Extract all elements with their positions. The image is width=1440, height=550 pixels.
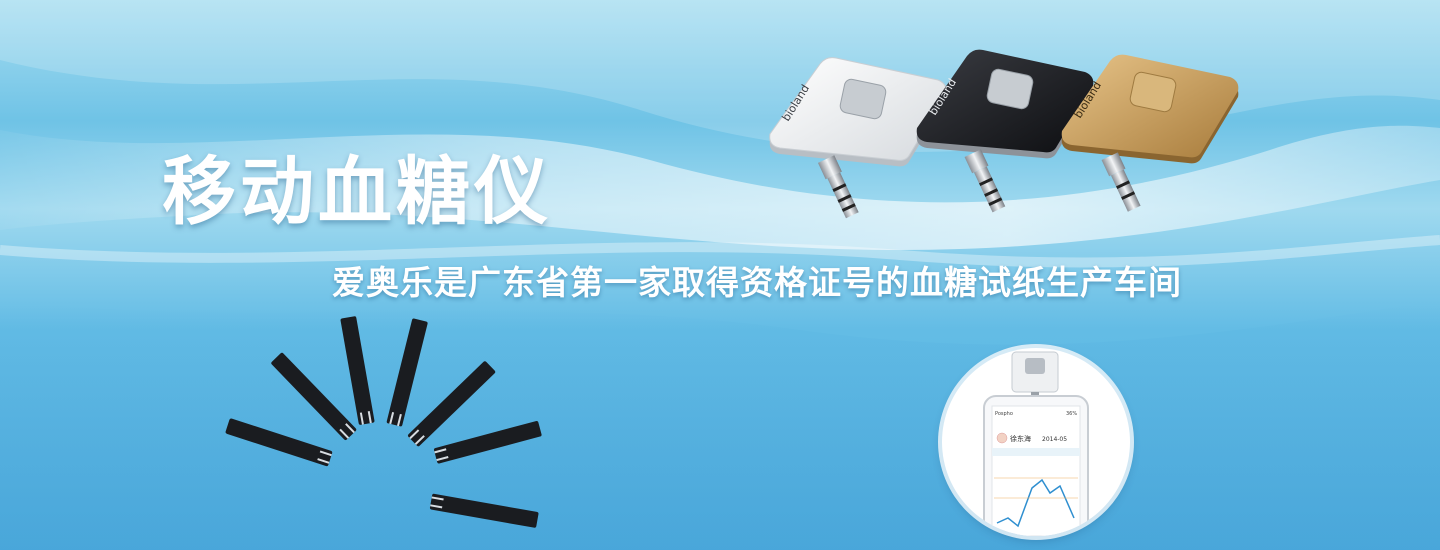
test-strip	[429, 493, 539, 528]
test-strip	[271, 352, 357, 440]
user-avatar	[996, 432, 1008, 444]
test-strip	[340, 316, 375, 425]
banner-subtitle: 爱奥乐是广东省第一家取得资格证号的血糖试纸生产车间	[332, 263, 1182, 302]
hero-banner: 移动血糖仪 爱奥乐是广东省第一家取得资格证号的血糖试纸生产车间 bioland	[0, 0, 1440, 550]
test-strip	[433, 420, 542, 464]
phone-carrier: Pospho	[995, 411, 1013, 417]
test-strip	[408, 361, 496, 447]
phone-app-preview: Pospho 36% 徐东海 2014-05	[942, 348, 1130, 536]
phone-date: 2014-05	[1042, 436, 1067, 443]
phone-user-name: 徐东海	[1010, 434, 1031, 443]
glucose-meter-gold: bioland	[1061, 54, 1239, 212]
test-strip	[386, 318, 428, 427]
test-strips-fan	[225, 316, 542, 528]
test-strip	[225, 418, 333, 467]
phone-battery: 36%	[1066, 411, 1077, 417]
banner-title: 移动血糖仪	[162, 149, 552, 235]
phone-illustration: Pospho 36% 徐东海 2014-05	[983, 351, 1089, 536]
